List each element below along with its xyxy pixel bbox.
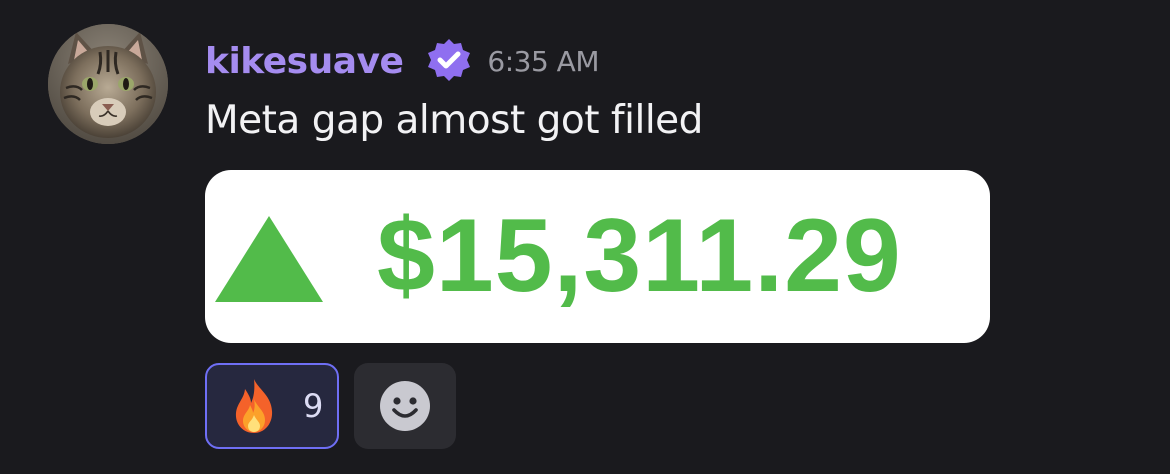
- reaction-count: 9: [303, 387, 324, 425]
- message-timestamp: 6:35 AM: [487, 44, 599, 78]
- smile-add-reaction-icon: [380, 381, 430, 431]
- chat-message: kikesuave 6:35 AM Meta gap almost got fi…: [0, 0, 1170, 474]
- up-triangle-icon: [215, 216, 323, 302]
- cat-avatar-image: [48, 24, 168, 144]
- author-username[interactable]: kikesuave: [205, 41, 404, 82]
- add-reaction-button[interactable]: [354, 363, 456, 449]
- fire-emoji-icon: [235, 379, 273, 433]
- portfolio-amount: $15,311.29: [377, 198, 902, 314]
- embedded-image[interactable]: $15,311.29: [205, 170, 990, 343]
- verified-badge-icon: [428, 39, 471, 81]
- reaction-fire[interactable]: 9: [205, 363, 339, 449]
- author-avatar[interactable]: [48, 24, 168, 144]
- message-header: kikesuave 6:35 AM: [205, 36, 599, 86]
- message-content: Meta gap almost got filled: [205, 98, 703, 143]
